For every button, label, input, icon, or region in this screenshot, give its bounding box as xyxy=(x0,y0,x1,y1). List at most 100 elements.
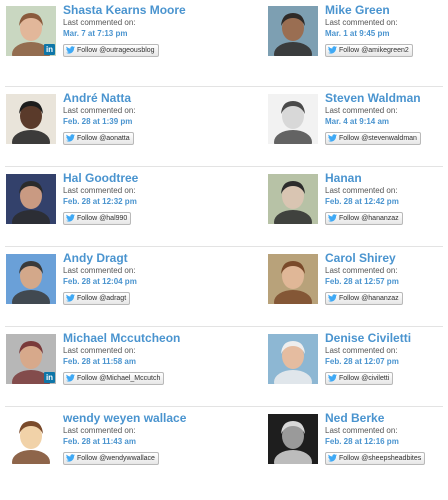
commenter-row: wendy weyen wallace Last commented on: Feb… xyxy=(0,408,448,488)
avatar[interactable] xyxy=(268,414,318,464)
commenter-name-link[interactable]: Shasta Kearns Moore xyxy=(63,4,213,17)
commenter-info: Shasta Kearns Moore Last commented on: Mar… xyxy=(63,4,213,57)
twitter-bird-icon xyxy=(66,374,77,382)
twitter-follow-button[interactable]: Follow @outrageousblog xyxy=(63,44,159,57)
commenter-name-link[interactable]: Steven Waldman xyxy=(325,92,448,105)
follow-label: Follow xyxy=(339,295,360,302)
avatar[interactable] xyxy=(268,94,318,144)
twitter-handle: @aonatta xyxy=(99,135,130,142)
last-commented-label: Last commented on: xyxy=(325,18,398,27)
commenter-card: Hal Goodtree Last commented on: Feb. 28 at… xyxy=(6,168,221,248)
twitter-handle: @wendywwallace xyxy=(99,455,155,462)
commenters-grid: in Shasta Kearns Moore Last commented on: M… xyxy=(0,0,448,500)
twitter-bird-icon xyxy=(66,294,77,302)
commenter-name-link[interactable]: Michael Mccutcheon xyxy=(63,332,213,345)
commenter-card: Steven Waldman Last commented on: Mar. 4 a… xyxy=(268,88,448,168)
twitter-follow-button[interactable]: Follow @aonatta xyxy=(63,132,134,145)
commenter-name-link[interactable]: Ned Berke xyxy=(325,412,448,425)
commenter-card: Mike Green Last commented on: Mar. 1 at 9:… xyxy=(268,0,448,80)
commenter-card: Ned Berke Last commented on: Feb. 28 at 12… xyxy=(268,408,448,488)
last-commented-label: Last commented on: xyxy=(63,346,136,355)
twitter-bird-icon xyxy=(328,454,339,462)
twitter-follow-button[interactable]: Follow @civiletti xyxy=(325,372,394,385)
avatar[interactable] xyxy=(6,174,56,224)
commenter-info: Steven Waldman Last commented on: Mar. 4 a… xyxy=(325,92,448,145)
follow-label: Follow xyxy=(77,295,98,302)
twitter-bird-icon xyxy=(328,134,339,142)
commenter-name-link[interactable]: Hal Goodtree xyxy=(63,172,213,185)
twitter-bird-icon xyxy=(328,46,339,54)
avatar[interactable] xyxy=(6,254,56,304)
comment-date-link[interactable]: Mar. 1 at 9:45 pm xyxy=(325,29,448,39)
twitter-follow-button[interactable]: Follow @hal990 xyxy=(63,212,132,225)
twitter-bird-icon xyxy=(66,46,77,54)
twitter-handle: @hal990 xyxy=(99,215,128,222)
commenter-row: Andy Dragt Last commented on: Feb. 28 at 1… xyxy=(0,248,448,328)
last-commented-label: Last commented on: xyxy=(63,266,136,275)
follow-label: Follow xyxy=(77,375,98,382)
avatar[interactable] xyxy=(268,6,318,56)
twitter-follow-button[interactable]: Follow @sheepsheadbites xyxy=(325,452,426,465)
comment-date-link[interactable]: Feb. 28 at 12:16 pm xyxy=(325,437,448,447)
twitter-follow-button[interactable]: Follow @wendywwallace xyxy=(63,452,159,465)
row-divider xyxy=(5,86,443,87)
avatar[interactable] xyxy=(268,174,318,224)
commenter-name-link[interactable]: Mike Green xyxy=(325,4,448,17)
last-commented-label: Last commented on: xyxy=(325,266,398,275)
comment-date-link[interactable]: Feb. 28 at 12:57 pm xyxy=(325,277,448,287)
twitter-bird-icon xyxy=(66,134,77,142)
last-commented-label: Last commented on: xyxy=(63,426,136,435)
commenter-card: Carol Shirey Last commented on: Feb. 28 at… xyxy=(268,248,448,328)
twitter-follow-button[interactable]: Follow @adragt xyxy=(63,292,131,305)
avatar[interactable]: in xyxy=(6,6,56,56)
comment-date-link[interactable]: Feb. 28 at 11:58 am xyxy=(63,357,213,367)
last-commented-label: Last commented on: xyxy=(63,186,136,195)
commenter-card: André Natta Last commented on: Feb. 28 at … xyxy=(6,88,221,168)
avatar[interactable] xyxy=(6,94,56,144)
avatar[interactable]: in xyxy=(6,334,56,384)
twitter-handle: @adragt xyxy=(99,295,127,302)
last-commented-label: Last commented on: xyxy=(325,346,398,355)
comment-date-link[interactable]: Mar. 7 at 7:13 pm xyxy=(63,29,213,39)
comment-date-link[interactable]: Feb. 28 at 12:07 pm xyxy=(325,357,448,367)
follow-label: Follow xyxy=(339,135,360,142)
avatar[interactable] xyxy=(268,334,318,384)
twitter-follow-button[interactable]: Follow @amikegreen2 xyxy=(325,44,413,57)
commenter-name-link[interactable]: Hanan xyxy=(325,172,448,185)
twitter-follow-button[interactable]: Follow @hananzaz xyxy=(325,212,403,225)
commenter-name-link[interactable]: Denise Civiletti xyxy=(325,332,448,345)
commenter-card: wendy weyen wallace Last commented on: Feb… xyxy=(6,408,221,488)
row-divider xyxy=(5,326,443,327)
commenter-name-link[interactable]: Andy Dragt xyxy=(63,252,213,265)
commenter-name-link[interactable]: André Natta xyxy=(63,92,213,105)
twitter-handle: @Michael_Mccutch xyxy=(99,375,161,382)
twitter-handle: @stevenwaldman xyxy=(361,135,417,142)
comment-date-link[interactable]: Feb. 28 at 11:43 am xyxy=(63,437,213,447)
twitter-bird-icon xyxy=(328,294,339,302)
follow-label: Follow xyxy=(77,135,98,142)
commenter-card: Hanan Last commented on: Feb. 28 at 12:42 … xyxy=(268,168,448,248)
twitter-follow-button[interactable]: Follow @Michael_Mccutch xyxy=(63,372,165,385)
avatar[interactable] xyxy=(6,414,56,464)
twitter-handle: @amikegreen2 xyxy=(361,47,409,54)
commenter-row: Hal Goodtree Last commented on: Feb. 28 at… xyxy=(0,168,448,248)
comment-date-link[interactable]: Feb. 28 at 1:39 pm xyxy=(63,117,213,127)
comment-date-link[interactable]: Feb. 28 at 12:32 pm xyxy=(63,197,213,207)
twitter-follow-button[interactable]: Follow @hananzaz xyxy=(325,292,403,305)
commenter-card: Andy Dragt Last commented on: Feb. 28 at 1… xyxy=(6,248,221,328)
comment-date-link[interactable]: Feb. 28 at 12:04 pm xyxy=(63,277,213,287)
twitter-follow-button[interactable]: Follow @stevenwaldman xyxy=(325,132,421,145)
comment-date-link[interactable]: Feb. 28 at 12:42 pm xyxy=(325,197,448,207)
follow-label: Follow xyxy=(339,455,360,462)
avatar[interactable] xyxy=(268,254,318,304)
last-commented-label: Last commented on: xyxy=(325,426,398,435)
comment-date-link[interactable]: Mar. 4 at 9:14 am xyxy=(325,117,448,127)
commenter-info: Denise Civiletti Last commented on: Feb. 2… xyxy=(325,332,448,385)
commenter-name-link[interactable]: wendy weyen wallace xyxy=(63,412,213,425)
commenter-info: Hal Goodtree Last commented on: Feb. 28 at… xyxy=(63,172,213,225)
row-divider xyxy=(5,246,443,247)
commenter-name-link[interactable]: Carol Shirey xyxy=(325,252,448,265)
linkedin-icon[interactable]: in xyxy=(44,44,55,55)
linkedin-icon[interactable]: in xyxy=(44,372,55,383)
row-divider xyxy=(5,406,443,407)
